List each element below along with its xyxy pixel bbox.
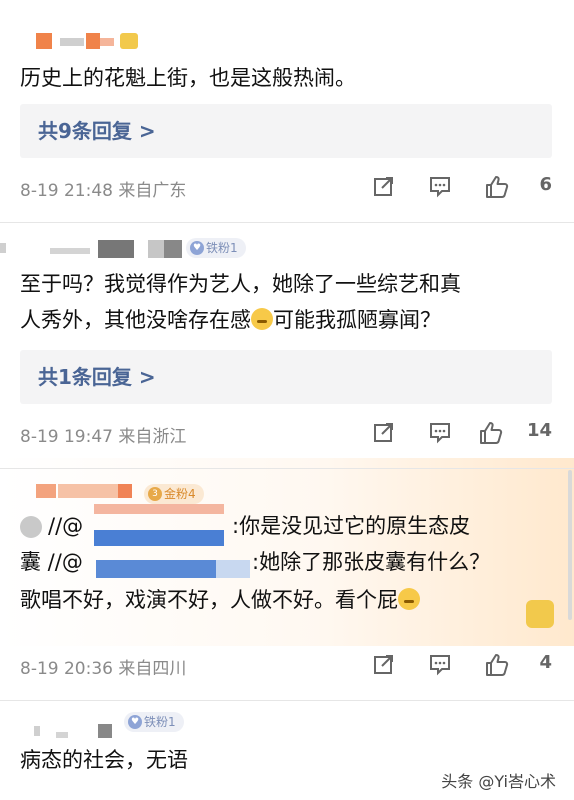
mention-redacted bbox=[96, 560, 216, 578]
share-icon[interactable] bbox=[372, 420, 396, 444]
username-redacted bbox=[34, 726, 40, 736]
comment-source: 来自广东 bbox=[118, 181, 187, 201]
comment-text: 历史上的花魁上街，也是这般热闹。 bbox=[20, 66, 356, 90]
fan-badge: 3 金粉4 bbox=[144, 484, 204, 504]
comment-text: 至于吗？我觉得作为艺人，她除了一些综艺和真 bbox=[20, 272, 461, 296]
mention-redacted bbox=[216, 560, 250, 578]
comment-source: 来自四川 bbox=[118, 659, 187, 679]
share-icon[interactable] bbox=[372, 174, 396, 198]
fan-badge: ♥ 铁粉1 bbox=[186, 238, 246, 258]
comment-text: //@ bbox=[48, 514, 84, 538]
username-redacted bbox=[164, 240, 182, 258]
like-count: 14 bbox=[526, 420, 552, 441]
mention-redacted bbox=[94, 530, 224, 546]
comment-text: 囊 //@ bbox=[20, 550, 83, 574]
fan-badge-icon: 3 bbox=[148, 487, 162, 501]
like-icon[interactable] bbox=[484, 652, 510, 678]
reply-summary-label: 共9条回复 > bbox=[38, 119, 156, 143]
mention-redacted bbox=[94, 504, 224, 514]
like-icon[interactable] bbox=[484, 174, 510, 200]
username-redacted bbox=[98, 240, 134, 258]
like-count: 6 bbox=[539, 174, 552, 195]
divider bbox=[0, 468, 574, 469]
username-redacted bbox=[148, 240, 164, 258]
comment-meta: 8-19 20:36 来自四川 bbox=[20, 654, 186, 679]
divider bbox=[0, 700, 574, 701]
scrollbar[interactable] bbox=[568, 470, 572, 620]
shush-emoji-icon bbox=[398, 588, 420, 610]
gold-medal-icon bbox=[526, 600, 554, 628]
reply-summary[interactable]: 共1条回复 > bbox=[20, 350, 552, 404]
comment-text: 人秀外，其他没啥存在感 可能我孤陋寡闻？ bbox=[20, 308, 441, 332]
comment-time: 8-19 20:36 bbox=[20, 659, 113, 679]
comment-time: 8-19 21:48 bbox=[20, 181, 113, 201]
username-redacted bbox=[118, 484, 132, 498]
username-redacted bbox=[98, 724, 112, 738]
divider bbox=[0, 222, 574, 223]
username-redacted bbox=[0, 243, 6, 253]
reply-summary[interactable]: 共9条回复 > bbox=[20, 104, 552, 158]
username-redacted bbox=[86, 33, 100, 49]
comment-icon[interactable] bbox=[428, 174, 452, 198]
like-count: 4 bbox=[539, 652, 552, 673]
comment-source: 来自浙江 bbox=[118, 427, 187, 447]
vip-crown-icon bbox=[120, 33, 138, 49]
fan-badge-icon: ♥ bbox=[190, 241, 204, 255]
username-redacted bbox=[58, 484, 118, 498]
username-redacted bbox=[50, 248, 90, 254]
comment-text: 歌唱不好，戏演不好，人做不好。看个屁 bbox=[20, 582, 420, 618]
fan-badge: ♥ 铁粉1 bbox=[124, 712, 184, 732]
watermark: 头条 @Yi峇心术 bbox=[441, 772, 556, 791]
tears-emoji-icon bbox=[251, 308, 273, 330]
comment-text: :你是没见过它的原生态皮 bbox=[232, 514, 471, 538]
comment-text: :她除了那张皮囊有什么？ bbox=[252, 550, 491, 574]
comment-text: 病态的社会，无语 bbox=[20, 748, 188, 772]
ultraman-avatar-icon bbox=[20, 516, 42, 538]
username-redacted bbox=[56, 732, 68, 738]
username-redacted bbox=[36, 484, 56, 498]
comment-icon[interactable] bbox=[428, 652, 452, 676]
action-bar: 6 bbox=[372, 172, 552, 202]
comment-meta: 8-19 19:47 来自浙江 bbox=[20, 422, 186, 447]
like-icon[interactable] bbox=[478, 420, 504, 446]
comment-meta: 8-19 21:48 来自广东 bbox=[20, 176, 186, 201]
fan-badge-icon: ♥ bbox=[128, 715, 142, 729]
username-redacted bbox=[100, 38, 114, 46]
share-icon[interactable] bbox=[372, 652, 396, 676]
action-bar: 14 bbox=[372, 418, 552, 448]
username-redacted bbox=[60, 38, 84, 46]
reply-summary-label: 共1条回复 > bbox=[38, 365, 156, 389]
comment-time: 8-19 19:47 bbox=[20, 427, 113, 447]
action-bar: 4 bbox=[372, 650, 552, 680]
comment-icon[interactable] bbox=[428, 420, 452, 444]
username-redacted bbox=[36, 33, 52, 49]
